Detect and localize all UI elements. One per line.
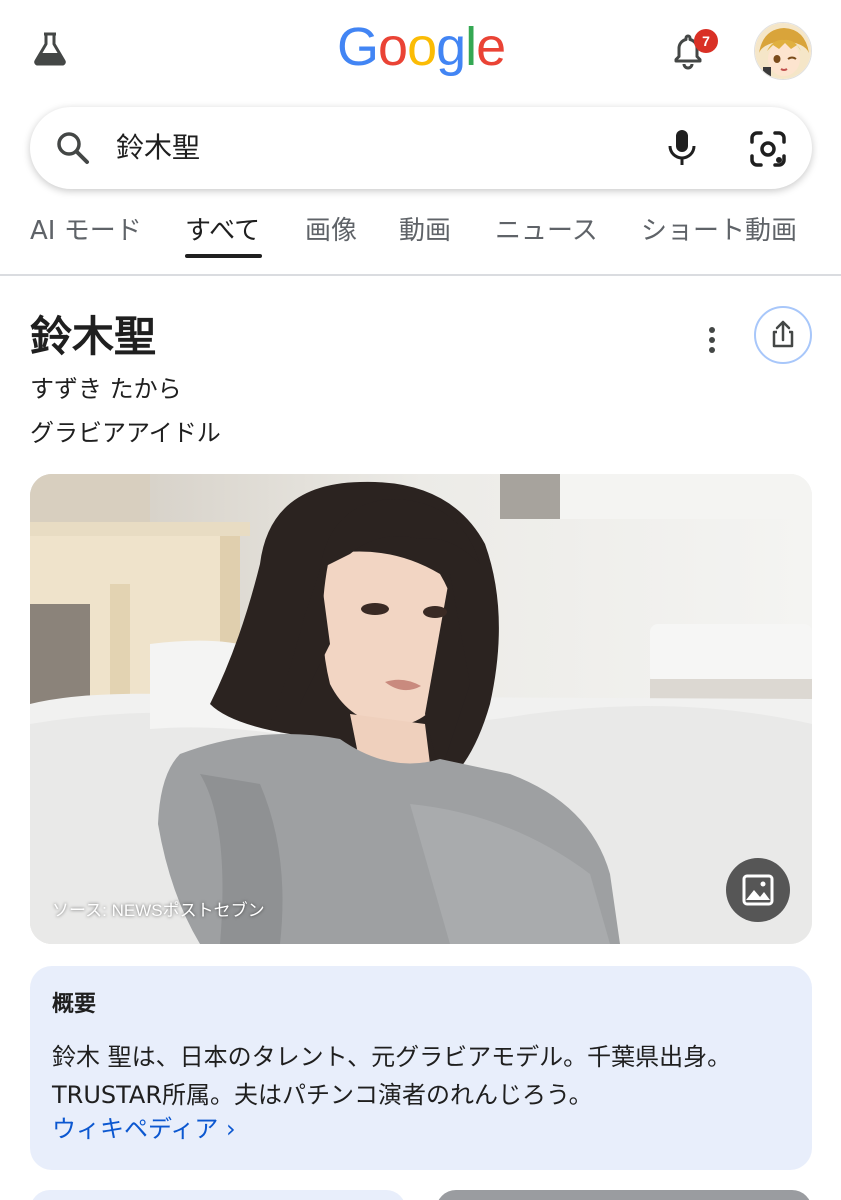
search-tabs: AI モード すべて 画像 動画 ニュース ショート動画 (0, 196, 841, 276)
google-logo[interactable]: Google (337, 16, 506, 86)
tab-images[interactable]: 画像 (305, 214, 357, 248)
flask-icon[interactable] (30, 28, 70, 68)
name-reading: すずき たから (30, 375, 182, 403)
view-images-button[interactable] (726, 858, 790, 922)
wikipedia-link[interactable]: ウィキペディア › (52, 1112, 236, 1146)
photo-image (30, 474, 812, 944)
overview-text: 鈴木 聖は、日本のタレント、元グラビアモデル。千葉県出身。TRUSTAR所属。夫… (52, 1043, 732, 1109)
logo-letter: l (465, 17, 477, 77)
entity-photo[interactable]: ソース: NEWSポストセブン (30, 474, 812, 944)
tab-all[interactable]: すべて (185, 214, 260, 248)
logo-letter: g (436, 17, 466, 77)
related-card[interactable] (436, 1190, 812, 1200)
lens-icon[interactable] (748, 129, 788, 169)
image-icon (742, 874, 774, 906)
mic-icon[interactable] (662, 127, 702, 169)
share-icon (772, 320, 794, 348)
search-bar[interactable]: 鈴木聖 (30, 107, 812, 189)
search-input[interactable]: 鈴木聖 (116, 129, 200, 167)
search-icon[interactable] (54, 129, 92, 167)
logo-letter: o (407, 17, 437, 77)
knowledge-panel-title: 鈴木聖 (30, 312, 157, 361)
entity-description: グラビアアイドル (30, 419, 221, 447)
more-vert-icon[interactable] (696, 320, 728, 360)
tab-short-videos[interactable]: ショート動画 (641, 214, 797, 248)
logo-letter: G (337, 17, 379, 77)
overview-card: 概要 鈴木 聖は、日本のタレント、元グラビアモデル。千葉県出身。TRUSTAR所… (30, 966, 812, 1170)
logo-letter: e (476, 17, 506, 77)
image-source-caption: ソース: NEWSポストセブン (52, 901, 265, 920)
related-card[interactable] (30, 1190, 406, 1200)
tab-videos[interactable]: 動画 (399, 214, 451, 248)
avatar[interactable] (754, 22, 812, 80)
avatar-image (755, 23, 811, 79)
notification-badge: 7 (694, 29, 718, 53)
active-tab-indicator (185, 254, 262, 258)
top-bar: Google 7 (0, 0, 841, 100)
overview-heading: 概要 (52, 992, 97, 1017)
share-button[interactable] (754, 306, 812, 364)
tab-ai-mode[interactable]: AI モード (30, 214, 142, 248)
logo-letter: o (378, 17, 408, 77)
tab-news[interactable]: ニュース (495, 214, 598, 248)
